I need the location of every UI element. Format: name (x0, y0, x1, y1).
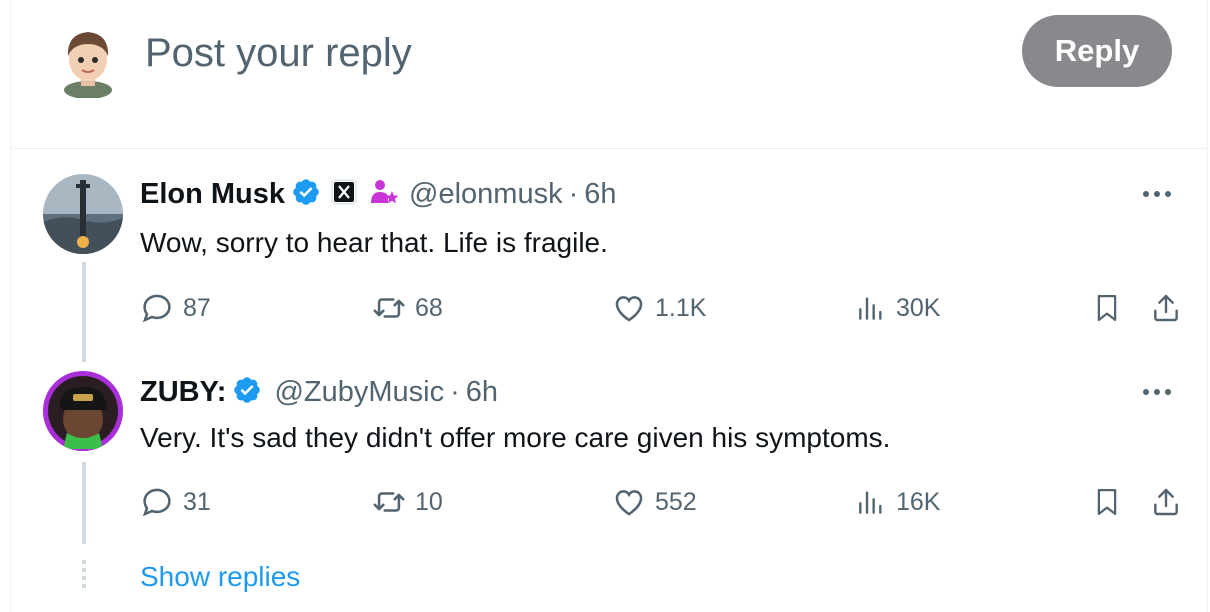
repost-action[interactable]: 10 (372, 482, 443, 522)
repost-count: 68 (415, 293, 443, 322)
thread-connector (82, 262, 86, 362)
views-icon (859, 297, 882, 320)
show-replies-link[interactable]: Show replies (140, 561, 300, 593)
views-action[interactable]: 16K (855, 482, 940, 522)
share-action[interactable] (1150, 482, 1182, 522)
timestamp[interactable]: 6h (584, 178, 616, 211)
like-action[interactable]: 552 (612, 482, 697, 522)
x-affiliate-icon[interactable] (331, 179, 357, 210)
avatar-zubymusic[interactable] (43, 371, 123, 451)
separator-dot: · (450, 375, 460, 408)
separator-dot: · (568, 177, 579, 210)
display-name[interactable]: Elon Musk (140, 178, 285, 211)
reply-thread-panel: Post your reply Reply Elon Musk @elonmus… (10, 0, 1209, 612)
reply-action[interactable]: 87 (140, 288, 211, 328)
reply-input[interactable]: Post your reply (145, 30, 412, 76)
bookmark-icon (1097, 295, 1117, 321)
repost-count: 10 (415, 487, 443, 516)
more-options-icon[interactable] (1139, 384, 1175, 400)
handle[interactable]: @elonmusk (409, 178, 563, 211)
reply-icon (142, 488, 171, 517)
like-count: 552 (655, 487, 697, 516)
reply-count: 31 (183, 487, 211, 516)
thread-dots (82, 560, 86, 596)
timestamp[interactable]: 6h (466, 376, 498, 409)
tweet-header: ZUBY: @ZubyMusic · 6h (140, 372, 498, 412)
heart-icon (615, 490, 643, 516)
subscriber-icon[interactable] (369, 177, 399, 212)
share-icon (1154, 294, 1178, 322)
tweet-text: Very. It's sad they didn't offer more ca… (140, 422, 891, 453)
tweet-zuby[interactable]: ZUBY: @ZubyMusic · 6h Very. It's sad the… (11, 350, 1209, 550)
views-icon (859, 491, 882, 514)
repost-icon (373, 492, 405, 512)
tweet-text: Wow, sorry to hear that. Life is fragile… (140, 227, 608, 258)
tweet-elon-musk[interactable]: Elon Musk @elonmusk · 6h Wow, sorry to h… (11, 150, 1209, 362)
reply-count: 87 (183, 293, 211, 322)
tweet-header: Elon Musk @elonmusk · 6h (140, 174, 617, 214)
like-action[interactable]: 1.1K (612, 288, 706, 328)
reply-action[interactable]: 31 (140, 482, 211, 522)
user-avatar[interactable] (55, 24, 121, 99)
verified-icon[interactable] (232, 375, 262, 410)
display-name[interactable]: ZUBY: (140, 376, 226, 409)
share-icon (1154, 488, 1178, 516)
handle[interactable]: @ZubyMusic (274, 376, 444, 409)
bookmark-action[interactable] (1092, 288, 1122, 328)
verified-icon[interactable] (291, 177, 321, 212)
reply-icon (142, 294, 171, 323)
tweet-actions: 87 68 1.1K 30K (140, 288, 1180, 328)
views-count: 30K (896, 293, 941, 322)
tweet-actions: 31 10 552 16K (140, 482, 1180, 522)
reply-composer: Post your reply Reply (11, 0, 1209, 149)
repost-action[interactable]: 68 (372, 288, 443, 328)
more-options-icon[interactable] (1139, 186, 1175, 202)
share-action[interactable] (1150, 288, 1182, 328)
repost-icon (373, 298, 405, 318)
views-action[interactable]: 30K (855, 288, 940, 328)
views-count: 16K (896, 487, 941, 516)
heart-icon (615, 296, 643, 322)
thread-connector (82, 462, 86, 544)
avatar-elonmusk[interactable] (43, 174, 123, 254)
like-count: 1.1K (655, 293, 707, 322)
bookmark-action[interactable] (1092, 482, 1122, 522)
bookmark-icon (1097, 489, 1117, 515)
reply-button[interactable]: Reply (1022, 15, 1172, 87)
